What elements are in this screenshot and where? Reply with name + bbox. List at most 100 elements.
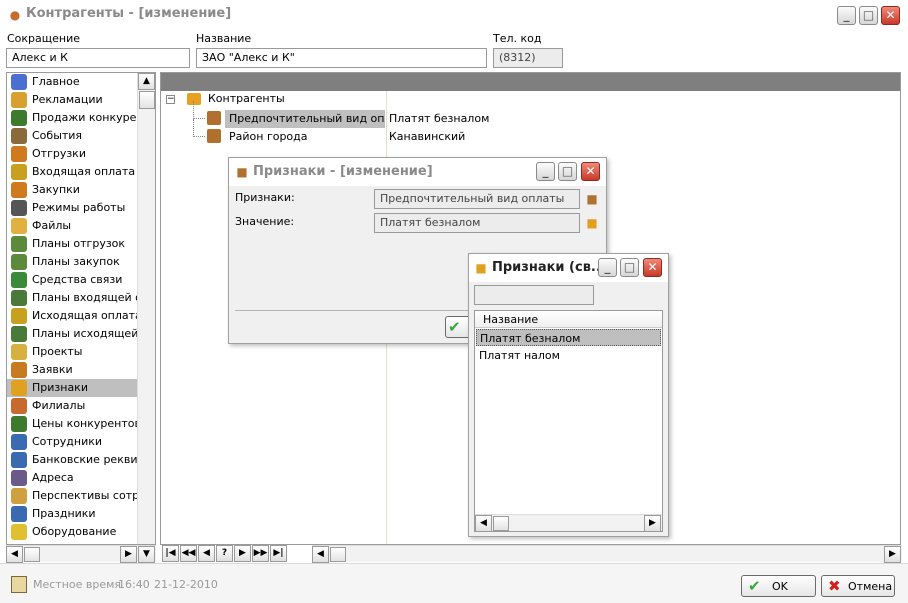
sidebar-item[interactable]: Планы отгрузок xyxy=(7,235,138,253)
phone-code-field[interactable]: (8312) xyxy=(493,48,563,68)
attribute-cube-icon xyxy=(207,111,221,125)
scroll-right-button[interactable]: ▶ xyxy=(120,546,137,563)
picker-column-header[interactable]: Название xyxy=(475,311,662,328)
cancel-x-icon: ✖ xyxy=(828,577,841,595)
picker-list[interactable]: Название Платят безналом Платят налом ◀ ▶ xyxy=(474,310,663,532)
picker-list-item[interactable]: Платят налом xyxy=(476,347,661,364)
sidebar-item-label: Рекламации xyxy=(32,93,103,106)
handshake-icon xyxy=(11,488,27,504)
navigator-button[interactable]: ◀ xyxy=(198,545,215,562)
close-button[interactable]: ✕ xyxy=(881,6,900,25)
sidebar-item-label: Исходящая оплата xyxy=(32,309,137,322)
picker-title: Признаки (св... xyxy=(492,260,606,275)
sidebar-item[interactable]: Перспективы сотрудничества xyxy=(7,487,138,505)
sidebar-item[interactable]: Главное xyxy=(7,73,138,91)
sidebar-item-label: Средства связи xyxy=(32,273,123,286)
sidebar-item[interactable]: Сотрудники xyxy=(7,433,138,451)
tree-row-name[interactable]: Предпочтительный вид оплаты xyxy=(225,110,385,128)
sidebar-item[interactable]: Файлы xyxy=(7,217,138,235)
sidebar-item[interactable]: Исходящая оплата xyxy=(7,307,138,325)
grid-scroll-right-button[interactable]: ▶ xyxy=(884,546,901,563)
tree-row-name[interactable]: Район города xyxy=(225,128,385,146)
grid-hscroll-thumb[interactable] xyxy=(330,547,346,562)
attr-picker-icon[interactable]: ■ xyxy=(584,191,600,207)
picker-hscroll-thumb[interactable] xyxy=(493,516,509,531)
sidebar-item[interactable]: Цены конкурентов xyxy=(7,415,138,433)
sidebar-item[interactable]: Филиалы xyxy=(7,397,138,415)
picker-hscroll[interactable]: ◀ ▶ xyxy=(475,514,662,532)
picker-list-item[interactable]: Платят безналом xyxy=(476,329,661,346)
sidebar-item[interactable]: Закупки xyxy=(7,181,138,199)
grid-scroll-left-button[interactable]: ◀ xyxy=(312,546,329,563)
sidebar-item[interactable]: Планы исходящей оплаты xyxy=(7,325,138,343)
minimize-button[interactable]: _ xyxy=(837,6,856,25)
navigator-button[interactable]: ◀◀ xyxy=(180,545,197,562)
navigator-button[interactable]: |◀ xyxy=(162,545,179,562)
sidebar-item[interactable]: Входящая оплата xyxy=(7,163,138,181)
name-label: Название xyxy=(196,32,252,45)
tree-connector xyxy=(193,101,205,119)
cart-icon xyxy=(11,182,27,198)
scroll-thumb[interactable] xyxy=(139,91,155,109)
tree-row-value[interactable]: Платят безналом xyxy=(389,110,489,128)
navigator-button[interactable]: ▶ xyxy=(234,545,251,562)
scroll-left-button[interactable]: ◀ xyxy=(6,546,23,563)
attribute-dialog-minimize-button[interactable]: _ xyxy=(536,162,555,181)
sidebar-item-label: Планы входящей оплаты xyxy=(32,291,137,304)
sidebar-item[interactable]: Продажи конкурентов xyxy=(7,109,138,127)
sidebar-item[interactable]: События xyxy=(7,127,138,145)
attr-field[interactable]: Предпочтительный вид оплаты xyxy=(374,189,580,209)
cancel-button[interactable]: ✖ Отмена xyxy=(821,575,895,597)
sidebar-hscroll[interactable]: ◀ ▶ ▼ xyxy=(6,545,156,563)
request-icon xyxy=(11,362,27,378)
tree-root[interactable]: − Контрагенты xyxy=(166,92,285,110)
money-in-icon xyxy=(11,164,27,180)
sidebar-item[interactable]: Отгрузки xyxy=(7,145,138,163)
picker-close-button[interactable]: ✕ xyxy=(643,258,662,277)
sidebar-item[interactable]: Рекламации xyxy=(7,91,138,109)
scroll-down-button[interactable]: ▼ xyxy=(138,546,155,563)
pencil-note-icon xyxy=(11,92,27,108)
sidebar-nav[interactable]: Главное Рекламации Продажи конкурентов Собы… xyxy=(6,72,156,545)
ok-button[interactable]: ✔ OK xyxy=(741,575,816,597)
maximize-button[interactable]: □ xyxy=(859,6,878,25)
navigator-button[interactable]: ? xyxy=(216,545,233,562)
picker-minimize-button[interactable]: _ xyxy=(598,258,617,277)
navigator-button[interactable]: ▶▶ xyxy=(252,545,269,562)
picker-titlebar[interactable]: ■ Признаки (св... _ □ ✕ xyxy=(469,254,668,282)
sidebar-item[interactable]: Признаки xyxy=(7,379,138,397)
sidebar-item[interactable]: Планы закупок xyxy=(7,253,138,271)
navigator-button[interactable]: ▶| xyxy=(270,545,287,562)
hscroll-thumb[interactable] xyxy=(24,547,40,562)
value-picker-icon[interactable]: ■ xyxy=(584,215,600,231)
sidebar-vscroll[interactable]: ▲ xyxy=(137,73,155,544)
picker-scroll-right-button[interactable]: ▶ xyxy=(644,515,661,532)
attribute-dialog-maximize-button[interactable]: □ xyxy=(558,162,577,181)
tree-row-value[interactable]: Канавинский xyxy=(389,128,465,146)
calculator-icon[interactable] xyxy=(11,576,27,593)
tree-connector xyxy=(193,119,205,137)
picker-maximize-button[interactable]: □ xyxy=(620,258,639,277)
sidebar-item[interactable]: Режимы работы xyxy=(7,199,138,217)
sidebar-item[interactable]: Планы входящей оплаты xyxy=(7,289,138,307)
name-field[interactable]: ЗАО "Алекс и К" xyxy=(196,48,487,68)
main-titlebar[interactable]: ● Контрагенты - [изменение] _ □ ✕ xyxy=(0,0,908,30)
picker-scroll-left-button[interactable]: ◀ xyxy=(475,515,492,532)
short-name-field[interactable]: Алекс и К xyxy=(6,48,190,68)
sidebar-item[interactable]: Праздники xyxy=(7,505,138,523)
picker-filter-field[interactable] xyxy=(474,285,594,305)
plan-down-icon xyxy=(11,254,27,270)
attribute-dialog-titlebar[interactable]: ■ Признаки - [изменение] _ □ ✕ xyxy=(229,158,606,186)
scroll-up-button[interactable]: ▲ xyxy=(138,73,155,90)
sidebar-item[interactable]: Банковские реквизиты xyxy=(7,451,138,469)
grid-hscroll[interactable]: ◀ ▶ xyxy=(312,545,902,563)
sidebar-item[interactable]: Оборудование xyxy=(7,523,138,541)
collapse-icon[interactable]: − xyxy=(166,94,175,104)
sidebar-item[interactable]: Адреса xyxy=(7,469,138,487)
sidebar-item-label: Планы закупок xyxy=(32,255,120,268)
sidebar-item[interactable]: Проекты xyxy=(7,343,138,361)
attribute-dialog-close-button[interactable]: ✕ xyxy=(581,162,600,181)
sidebar-item[interactable]: Заявки xyxy=(7,361,138,379)
sidebar-item[interactable]: Средства связи xyxy=(7,271,138,289)
value-field[interactable]: Платят безналом xyxy=(374,213,580,233)
